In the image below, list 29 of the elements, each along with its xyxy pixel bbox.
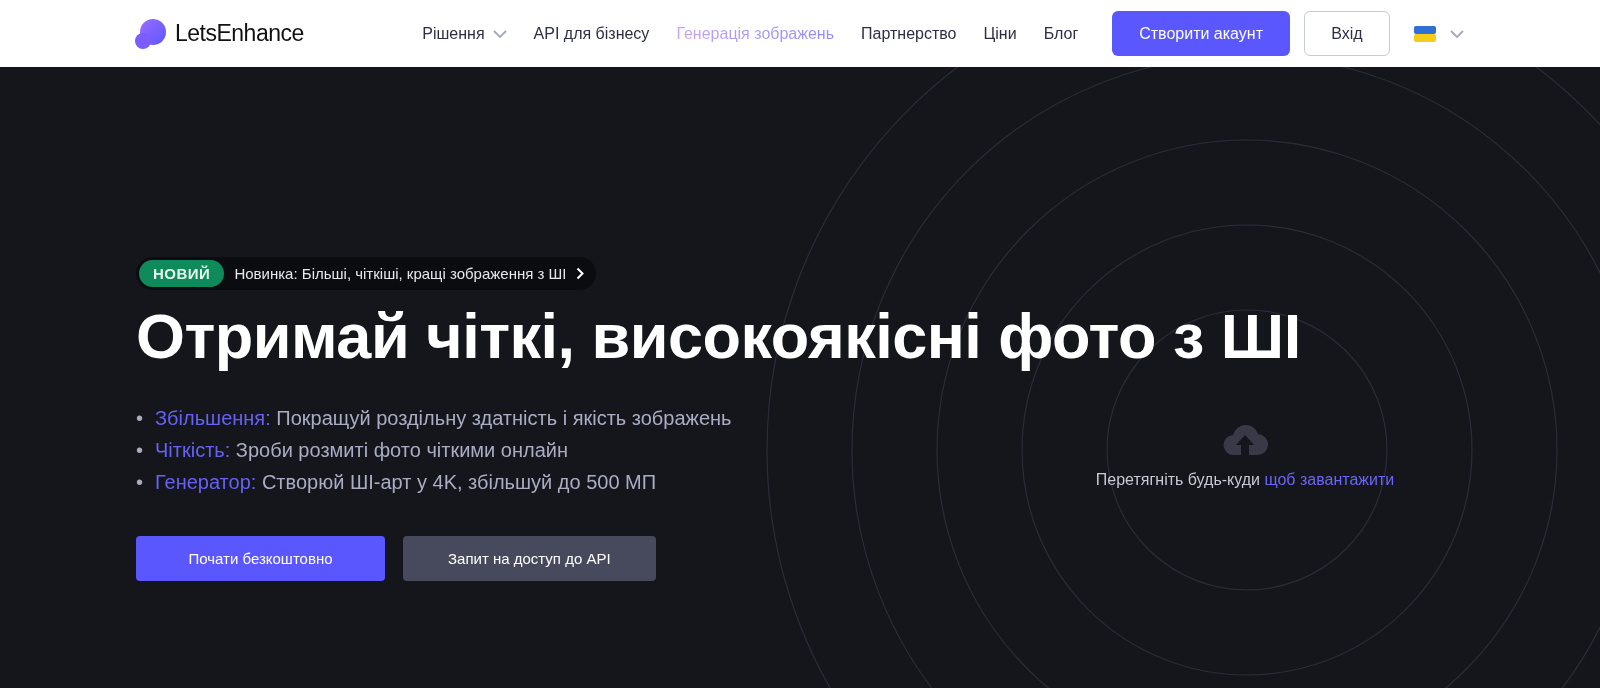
hero-title: Отримай чіткі, високоякісні фото з ШІ xyxy=(136,300,1301,372)
logo-text: LetsEnhance xyxy=(175,20,304,47)
feature-text: Чіткість: Зроби розмиті фото чіткими онлайн xyxy=(155,438,568,463)
feature-text: Генератор: Створюй ШІ-арт у 4K, збільшуй до 500 МП xyxy=(155,470,657,495)
nav-link[interactable]: Ціни xyxy=(983,24,1017,43)
chevron-down-icon xyxy=(492,29,507,38)
cloud-upload-icon xyxy=(1222,425,1268,457)
start-free-button[interactable]: Почати безкоштовно xyxy=(136,536,385,581)
news-text: Новинка: Більші, чіткіші, кращі зображення з ШІ xyxy=(234,265,567,282)
upload-link[interactable]: щоб завантажити xyxy=(1264,471,1395,488)
bullet: • xyxy=(136,470,143,495)
nav-link[interactable]: Рішення xyxy=(422,24,507,43)
new-tag: НОВИЙ xyxy=(139,260,225,287)
upload-hint: Перетягніть будь-куди щоб завантажити xyxy=(1095,471,1395,489)
ukraine-flag-icon xyxy=(1414,25,1436,42)
news-badge-link[interactable]: НОВИЙ Новинка: Більші, чіткіші, кращі зображення з ШІ xyxy=(136,257,597,290)
bullet: • xyxy=(136,406,143,431)
nav-link[interactable]: Блог xyxy=(1043,24,1079,43)
chevron-right-icon xyxy=(576,267,585,280)
bullet: • xyxy=(136,438,143,463)
create-account-button[interactable]: Створити акаунт xyxy=(1112,11,1290,56)
chevron-down-icon xyxy=(1450,29,1464,38)
api-access-button[interactable]: Запит на доступ до API xyxy=(403,536,656,581)
feature-text: Збільшення: Покращуй роздільну здатність і якість зображень xyxy=(155,406,732,431)
language-selector[interactable] xyxy=(1414,25,1464,42)
nav-link[interactable]: Партнерство xyxy=(861,24,957,43)
login-button[interactable]: Вхід xyxy=(1304,11,1390,56)
nav-link[interactable]: API для бізнесу xyxy=(533,24,650,43)
logo-icon xyxy=(135,18,167,49)
